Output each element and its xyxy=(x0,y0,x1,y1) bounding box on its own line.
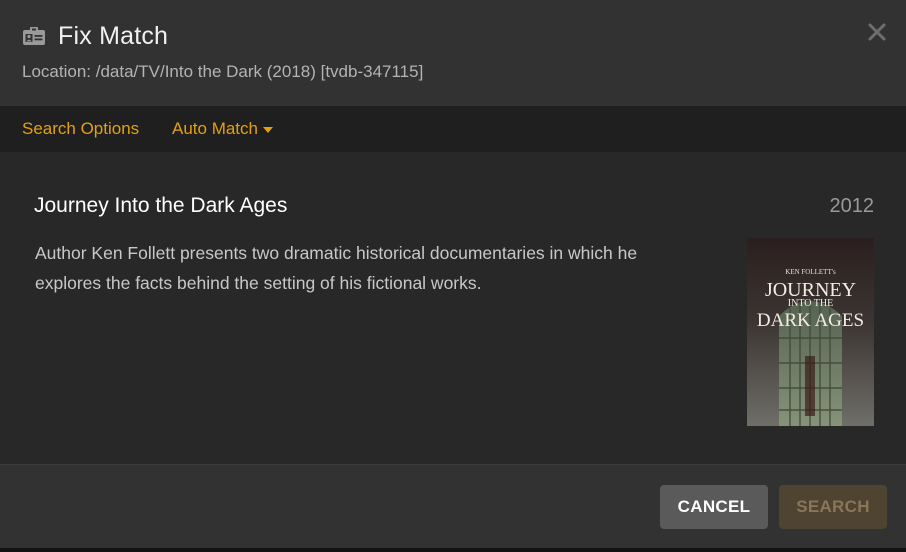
dialog-title: Fix Match xyxy=(58,21,169,50)
auto-match-dropdown[interactable]: Auto Match xyxy=(172,119,273,139)
search-options-link[interactable]: Search Options xyxy=(22,119,139,139)
poster-author: KEN FOLLETT's xyxy=(785,268,836,276)
window-bottom-edge xyxy=(0,548,906,552)
caret-down-icon xyxy=(263,127,273,133)
result-year: 2012 xyxy=(829,195,875,217)
location-path: Location: /data/TV/Into the Dark (2018) … xyxy=(22,62,424,81)
poster-line-darkages: DARK AGES xyxy=(757,310,864,331)
fix-match-dialog: Fix Match Location: /data/TV/Into the Da… xyxy=(0,0,906,548)
poster-line-into: INTO THE xyxy=(788,298,833,309)
result-title: Journey Into the Dark Ages xyxy=(34,194,288,217)
dialog-footer: CANCEL SEARCH xyxy=(0,465,906,548)
search-button[interactable]: SEARCH xyxy=(779,485,887,529)
dialog-header: Fix Match Location: /data/TV/Into the Da… xyxy=(0,0,906,106)
result-summary: Author Ken Follett presents two dramatic… xyxy=(35,243,638,293)
auto-match-label: Auto Match xyxy=(172,119,258,138)
id-card-icon xyxy=(23,27,45,45)
match-result-item[interactable]: Journey Into the Dark Ages 2012 Author K… xyxy=(0,152,906,464)
poster-artwork: KEN FOLLETT's JOURNEY INTO THE DARK AGES xyxy=(747,238,874,426)
title-row: Fix Match xyxy=(22,20,168,52)
close-icon[interactable] xyxy=(867,22,887,42)
cancel-button[interactable]: CANCEL xyxy=(660,485,768,529)
result-poster: KEN FOLLETT's JOURNEY INTO THE DARK AGES xyxy=(747,238,874,426)
search-subnav: Search Options Auto Match xyxy=(0,106,906,152)
